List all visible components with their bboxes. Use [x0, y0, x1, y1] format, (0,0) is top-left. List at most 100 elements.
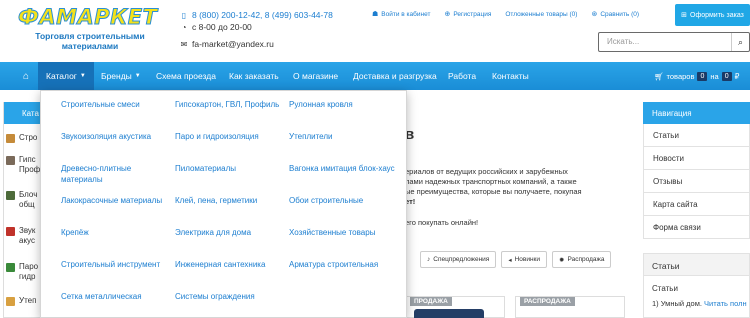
catalog-item[interactable]: Древесно-плитные материалы: [61, 163, 169, 185]
site-tagline: Торговля строительными материалами: [35, 31, 145, 51]
nav-jobs[interactable]: Работа: [448, 62, 476, 90]
sale-icon: ✹: [559, 256, 565, 264]
site-logo[interactable]: ФАМАРКЕТ: [18, 5, 158, 30]
search-box[interactable]: Искать... ⌕: [598, 32, 750, 52]
catalog-item[interactable]: Гипсокартон, ГВЛ, Профиль: [175, 99, 283, 110]
clock-icon: ◔: [181, 22, 187, 32]
intro-text: ериалов от ведущих российских и зарубежн…: [405, 167, 582, 206]
catalog-item[interactable]: Обои строительные: [289, 195, 397, 206]
product-tabs: ♪ Спецпредложения ◂ Новинки ✹ Распродажа: [420, 251, 612, 268]
product-card[interactable]: РАСПРОДАЖА: [515, 296, 625, 318]
catalog-item[interactable]: Паро и гидроизоляция: [175, 131, 283, 142]
right-link-articles[interactable]: Статьи: [643, 124, 750, 147]
compare-link[interactable]: ⊛ Сравнить (0): [591, 10, 639, 19]
phone-numbers[interactable]: 8 (800) 200-12-42, 8 (499) 603-44-78: [192, 10, 333, 20]
cart-icon: 🛒︎: [654, 71, 664, 81]
right-link-reviews[interactable]: Отзывы: [643, 170, 750, 193]
right-link-contact-form[interactable]: Форма связи: [643, 216, 750, 239]
category-thumb: [6, 227, 15, 236]
nav-catalog-label: Каталог: [46, 71, 77, 81]
logo-text[interactable]: ФАМАРКЕТ: [18, 5, 158, 30]
catalog-item[interactable]: Вагонка имитация блок-хаус: [289, 163, 397, 174]
product-card[interactable]: ПРОДАЖА: [405, 296, 505, 318]
nav-directions[interactable]: Схема проезда: [156, 62, 216, 90]
nav-delivery[interactable]: Доставка и разгрузка: [353, 62, 437, 90]
catalog-item[interactable]: Арматура строительная: [289, 259, 397, 270]
nav-about[interactable]: О магазине: [293, 62, 338, 90]
nav-brands[interactable]: Бренды ▼: [101, 62, 141, 90]
articles-block: Статьи Статьи 1) Умный дом. Читать полн: [643, 253, 750, 318]
catalog-sidebar-heading: Ката: [4, 102, 40, 124]
sidebar-item[interactable]: Стро: [6, 133, 37, 143]
catalog-item[interactable]: Электрика для дома: [175, 227, 283, 238]
home-icon[interactable]: ⌂: [14, 62, 38, 90]
checkout-button[interactable]: ⊞ Оформить заказ: [675, 4, 750, 26]
catalog-item[interactable]: Крепёж: [61, 227, 169, 238]
megaphone-icon: ◂: [508, 256, 512, 264]
caret-down-icon: ▼: [134, 73, 141, 79]
catalog-item[interactable]: Сетка металлическая: [61, 291, 169, 302]
catalog-item[interactable]: Пиломатериалы: [175, 163, 283, 174]
catalog-item[interactable]: Хозяйственные товары: [289, 227, 397, 238]
bell-icon: ♪: [427, 256, 431, 263]
catalog-item[interactable]: Рулонная кровля: [289, 99, 397, 110]
plus-circle-icon: ⊕: [444, 11, 451, 18]
compare-icon: ⊛: [591, 11, 598, 18]
register-link[interactable]: ⊕ Регистрация: [444, 10, 491, 19]
working-hours: с 8-00 до 20-00: [192, 22, 252, 32]
catalog-item[interactable]: Строительный инструмент: [61, 259, 169, 270]
cart-count: 0: [697, 71, 708, 81]
mini-cart[interactable]: 🛒︎ товаров 0 на 0 ₽: [654, 62, 739, 90]
catalog-dropdown: Строительные смеси Звукоизоляция акустик…: [40, 90, 407, 318]
catalog-item[interactable]: Системы ограждения: [175, 291, 283, 302]
catalog-item[interactable]: Строительные смеси: [61, 99, 169, 110]
sidebar-item[interactable]: Утеп: [6, 296, 36, 306]
email-address[interactable]: fa-market@yandex.ru: [192, 39, 274, 49]
catalog-item[interactable]: Инженерная сантехника: [175, 259, 283, 270]
cart-currency: ₽: [734, 71, 740, 81]
catalog-item[interactable]: Утеплители: [289, 131, 397, 142]
right-link-sitemap[interactable]: Карта сайта: [643, 193, 750, 216]
sale-ribbon: ПРОДАЖА: [410, 297, 452, 306]
search-icon[interactable]: ⌕: [731, 33, 749, 51]
read-more-link[interactable]: Читать полн: [704, 299, 747, 308]
nav-catalog[interactable]: Каталог ▼: [38, 62, 94, 90]
tab-new[interactable]: ◂ Новинки: [501, 251, 548, 268]
category-thumb: [6, 297, 15, 306]
cart-on: на: [710, 71, 719, 81]
intro-text-tail: его покупать онлайн!: [405, 218, 479, 227]
email-line: ✉ fa-market@yandex.ru: [180, 39, 274, 49]
right-nav: Навигация Статьи Новости Отзывы Карта са…: [643, 102, 750, 239]
nav-contacts[interactable]: Контакты: [492, 62, 529, 90]
nav-brands-label: Бренды: [101, 71, 132, 81]
caret-down-icon: ▼: [79, 73, 86, 79]
article-item: 1) Умный дом. Читать полн: [652, 299, 747, 308]
phone-icon: ▯: [181, 10, 187, 20]
tab-sale[interactable]: ✹ Распродажа: [552, 251, 612, 268]
product-image: [414, 309, 484, 318]
deferred-link[interactable]: Отложенные товары (0): [505, 10, 577, 18]
hours-line: ◔ с 8-00 до 20-00: [180, 22, 252, 32]
phone-line: ▯ 8 (800) 200-12-42, 8 (499) 603-44-78: [180, 10, 333, 20]
checkout-icon: ⊞: [681, 12, 687, 19]
user-icon: ☗: [372, 11, 379, 18]
top-links: ☗ Войти в кабинет ⊕ Регистрация Отложенные…: [372, 10, 639, 19]
catalog-item[interactable]: Звукоизоляция акустика: [61, 131, 169, 142]
category-thumb: [6, 134, 15, 143]
nav-how-to-order[interactable]: Как заказать: [229, 62, 279, 90]
cart-sum: 0: [721, 71, 732, 81]
login-link[interactable]: ☗ Войти в кабинет: [372, 10, 430, 19]
cart-label: товаров: [666, 71, 695, 81]
right-link-news[interactable]: Новости: [643, 147, 750, 170]
main-nav: ⌂ Каталог ▼ Бренды ▼ Схема проезда Как зак…: [0, 62, 750, 90]
nav-heading: Навигация: [643, 102, 750, 124]
tab-special-offers[interactable]: ♪ Спецпредложения: [420, 251, 497, 268]
articles-heading: Статьи: [644, 254, 749, 276]
catalog-item[interactable]: Лакокрасочные материалы: [61, 195, 169, 206]
envelope-icon: ✉: [180, 39, 188, 49]
catalog-item[interactable]: Клей, пена, герметики: [175, 195, 283, 206]
sale-ribbon: РАСПРОДАЖА: [520, 297, 575, 306]
search-input[interactable]: Искать...: [599, 33, 731, 51]
articles-subheading[interactable]: Статьи: [644, 276, 749, 293]
category-thumb: [6, 191, 15, 200]
